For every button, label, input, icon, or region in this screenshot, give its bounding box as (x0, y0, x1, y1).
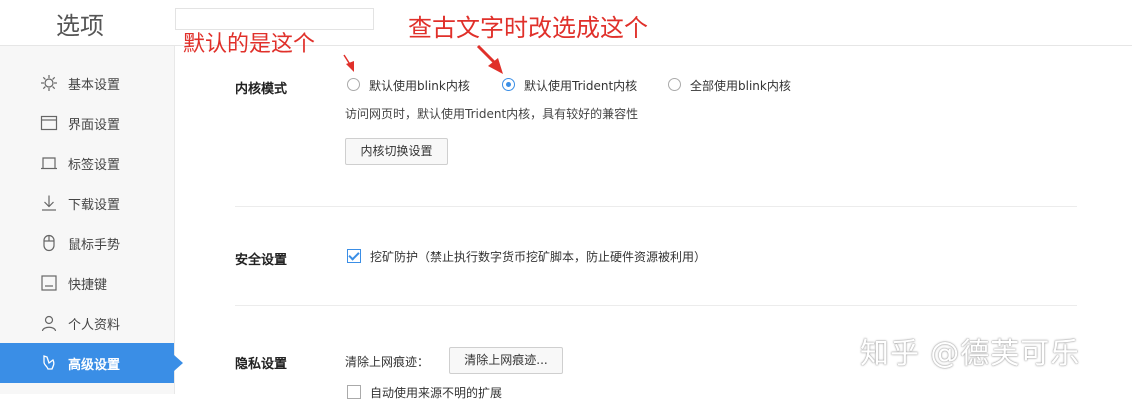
arrow-to-blink (343, 54, 354, 72)
arrow-to-trident (476, 44, 503, 74)
watermark: 知乎 @德芙可乐 (860, 336, 1081, 370)
